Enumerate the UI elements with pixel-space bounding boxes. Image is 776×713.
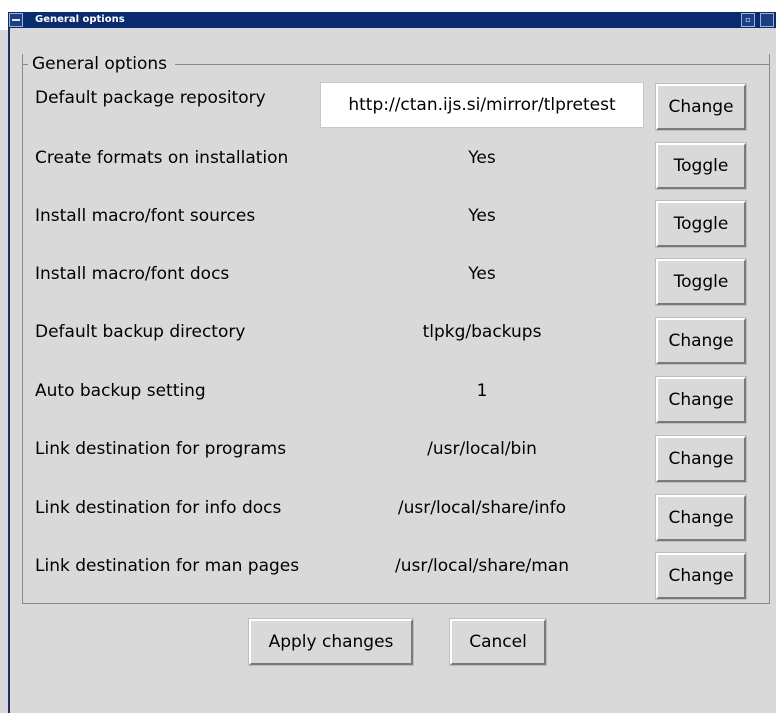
label-create-formats: Create formats on installation [35, 148, 289, 168]
dialog-body: General options Default package reposito… [10, 28, 776, 713]
titlebar-bar: General options ▫ [8, 12, 776, 28]
minimize-icon[interactable]: ▫ [741, 13, 755, 27]
label-auto-backup: Auto backup setting [35, 381, 206, 401]
label-install-sources: Install macro/font sources [35, 206, 256, 226]
repository-value-field: http://ctan.ijs.si/mirror/tlpretest [320, 82, 644, 128]
label-link-info-docs: Link destination for info docs [35, 498, 282, 518]
label-install-docs: Install macro/font docs [35, 264, 230, 284]
window-titlebar: General options ▫ [0, 0, 776, 30]
value-install-docs: Yes [468, 264, 496, 284]
toggle-create-formats-button[interactable]: Toggle [655, 142, 747, 190]
value-create-formats: Yes [468, 148, 496, 168]
value-link-info-docs: /usr/local/share/info [397, 498, 567, 518]
value-link-programs: /usr/local/bin [427, 439, 537, 459]
group-border-top-right [175, 64, 770, 65]
change-backup-directory-button[interactable]: Change [655, 317, 747, 365]
change-repository-button[interactable]: Change [655, 83, 747, 131]
window-menu-icon[interactable] [9, 13, 23, 27]
toggle-install-sources-button[interactable]: Toggle [655, 200, 747, 248]
toggle-install-docs-button[interactable]: Toggle [655, 258, 747, 306]
group-border-top-left [22, 64, 28, 65]
change-link-info-docs-button[interactable]: Change [655, 494, 747, 542]
label-link-programs: Link destination for programs [35, 439, 287, 459]
value-backup-directory: tlpkg/backups [422, 322, 542, 342]
change-link-programs-button[interactable]: Change [655, 435, 747, 483]
label-link-man-pages: Link destination for man pages [35, 556, 300, 576]
window-title: General options [35, 14, 125, 25]
cancel-button[interactable]: Cancel [449, 618, 547, 666]
value-install-sources: Yes [468, 206, 496, 226]
value-auto-backup: 1 [476, 381, 488, 401]
close-icon[interactable] [760, 13, 774, 27]
label-backup-directory: Default backup directory [35, 322, 246, 342]
change-auto-backup-button[interactable]: Change [655, 376, 747, 424]
value-link-man-pages: /usr/local/share/man [394, 556, 570, 576]
label-default-package-repository: Default package repository [35, 88, 266, 108]
apply-changes-button[interactable]: Apply changes [248, 618, 414, 666]
change-link-man-pages-button[interactable]: Change [655, 552, 747, 600]
group-title: General options [31, 53, 169, 75]
